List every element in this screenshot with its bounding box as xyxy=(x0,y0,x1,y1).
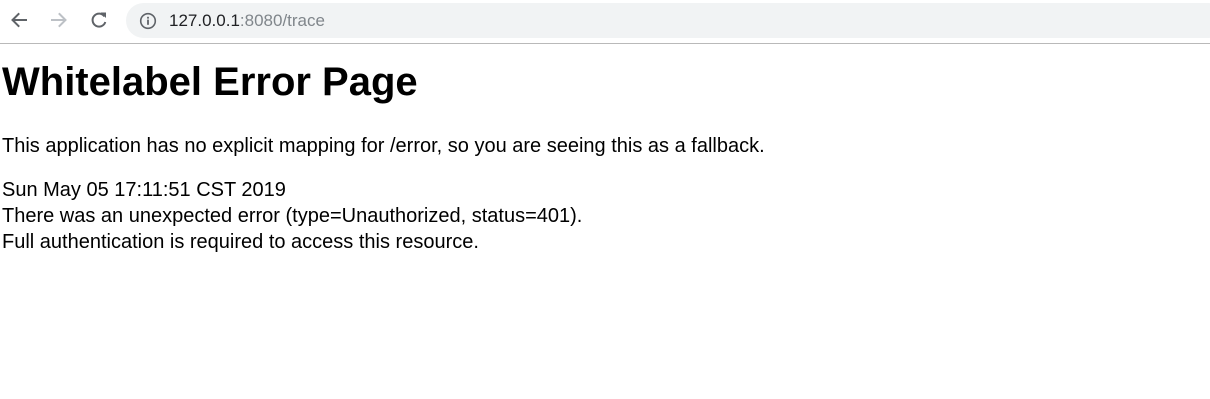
info-icon[interactable] xyxy=(139,12,157,30)
error-timestamp: Sun May 05 17:11:51 CST 2019 xyxy=(2,179,286,201)
arrow-right-icon xyxy=(51,12,67,28)
error-details: Sun May 05 17:11:51 CST 2019 There was a… xyxy=(2,177,1210,255)
reload-button[interactable] xyxy=(85,6,113,34)
reload-icon xyxy=(91,12,107,28)
back-button[interactable] xyxy=(5,6,33,34)
error-description: This application has no explicit mapping… xyxy=(2,135,765,157)
url-host: 127.0.0.1 xyxy=(169,11,240,30)
forward-button[interactable] xyxy=(45,6,73,34)
error-type-status: There was an unexpected error (type=Unau… xyxy=(2,205,583,227)
page-title: Whitelabel Error Page xyxy=(2,60,418,104)
url-text[interactable]: 127.0.0.1:8080/trace xyxy=(169,11,325,31)
browser-toolbar: 127.0.0.1:8080/trace xyxy=(0,0,1210,44)
error-message: Full authentication is required to acces… xyxy=(2,231,479,253)
arrow-left-icon xyxy=(11,12,27,28)
page-content: Whitelabel Error Page This application h… xyxy=(2,45,1210,255)
url-port-path: :8080/trace xyxy=(239,11,325,30)
address-bar[interactable]: 127.0.0.1:8080/trace xyxy=(126,3,1210,38)
